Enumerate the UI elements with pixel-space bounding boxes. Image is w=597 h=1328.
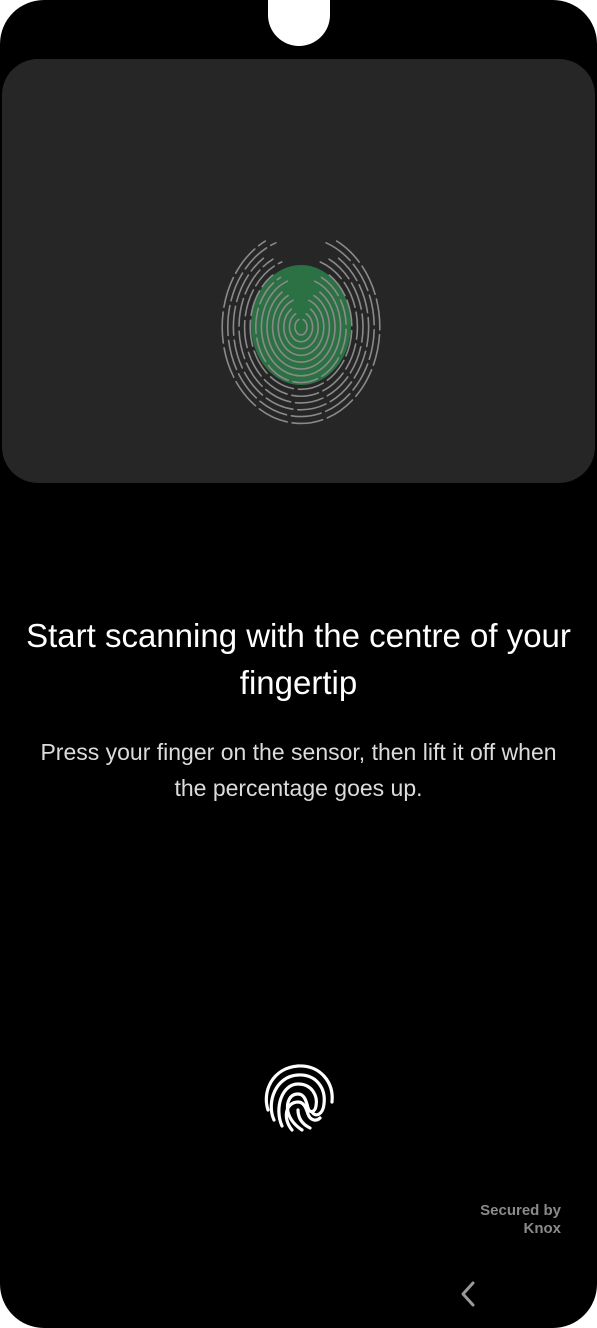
page-title: Start scanning with the centre of your f… [26, 617, 571, 701]
fingerprint-icon[interactable] [258, 1058, 338, 1138]
secured-by-label: Secured by [480, 1202, 561, 1219]
fingerprint-illustration-icon [221, 240, 381, 425]
chevron-left-icon [461, 1281, 475, 1307]
phone-screen: Start scanning with the centre of your f… [0, 0, 597, 1328]
back-button[interactable] [448, 1272, 488, 1316]
secured-by-knox: Secured by Knox [480, 1202, 561, 1238]
illustration-card [2, 59, 595, 483]
knox-label: Knox [523, 1220, 562, 1237]
instruction-text: Press your finger on the sensor, then li… [40, 739, 557, 801]
